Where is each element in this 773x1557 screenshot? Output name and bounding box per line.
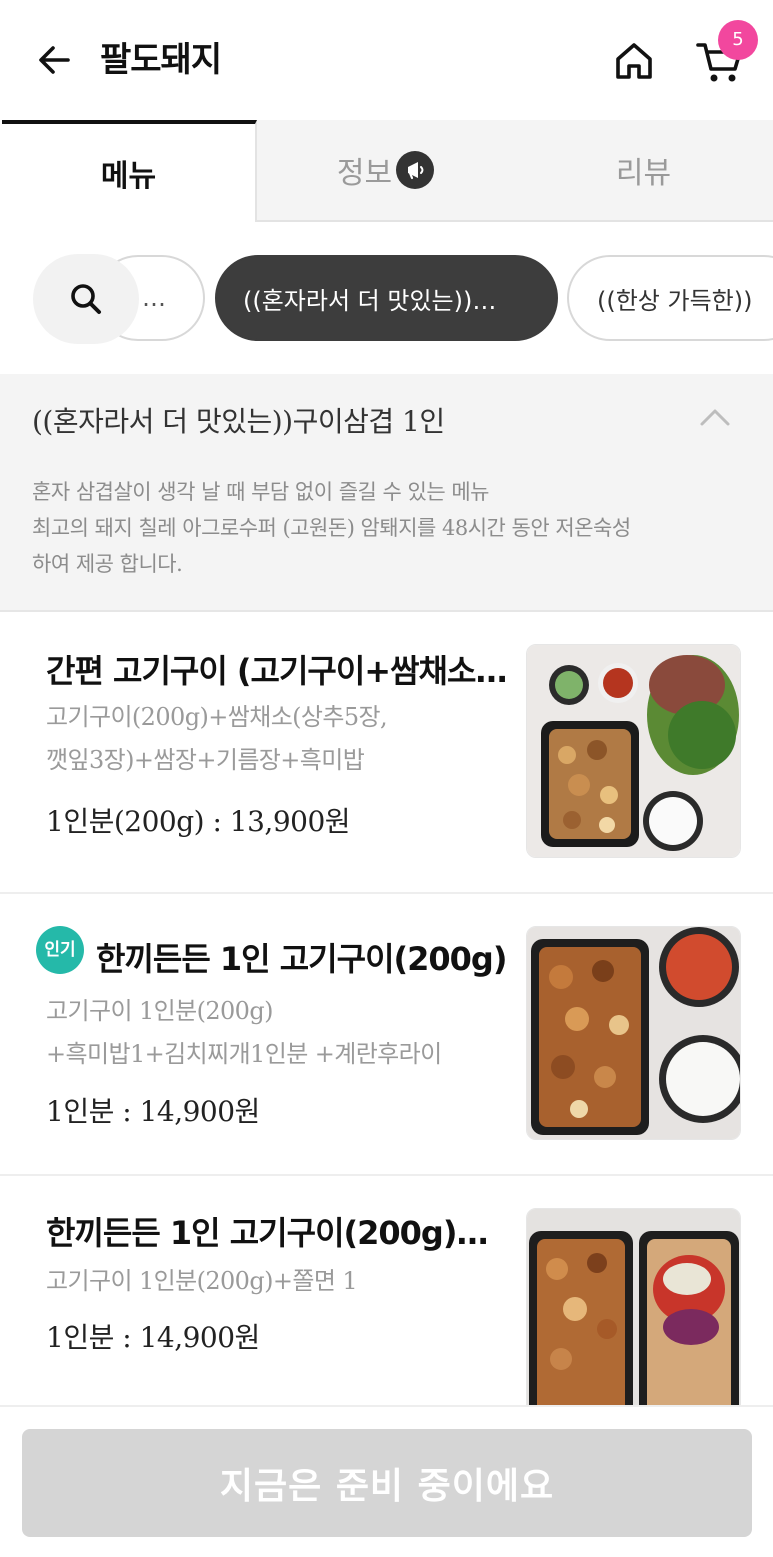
- home-icon: [616, 43, 652, 79]
- chip-label: ((한상 가득한)): [597, 286, 753, 315]
- menu-item-description: 고기구이 1인분(200g) +흑미밥1+김치찌개1인분 +계란후라이: [46, 990, 506, 1076]
- store-title: 팔도돼지: [100, 40, 222, 80]
- menu-section-header[interactable]: ((혼자라서 더 맛있는))구이삼겹 1인 혼자 삼겹살이 생각 날 때 부담 …: [0, 374, 773, 612]
- menu-item[interactable]: 간편 고기구이 (고기구이+쌈채소+쌈장+기름장+흑미밥) 고기구이(200g)…: [0, 612, 773, 894]
- category-chip-bar[interactable]: … ((혼자라서 더 맛있는))… ((한상 가득한)): [0, 240, 773, 360]
- tab-label: 메뉴: [100, 159, 157, 194]
- tab-label: 정보: [336, 156, 393, 191]
- store-tabs: 메뉴 정보 리뷰: [0, 120, 773, 222]
- menu-item-description-line: +흑미밥1+김치찌개1인분 +계란후라이: [46, 1040, 442, 1068]
- category-chip[interactable]: ((한상 가득한)): [567, 255, 773, 341]
- section-description: 혼자 삼겹살이 생각 날 때 부담 없이 즐길 수 있는 메뉴 최고의 돼지 칠…: [32, 474, 742, 582]
- menu-item-price: 1인분 : 14,900원: [46, 1095, 260, 1128]
- menu-item-name: 한끼든든 1인 고기구이(200g)+쫄면: [46, 1214, 496, 1252]
- cart-count-badge: 5: [718, 20, 758, 60]
- menu-item-photo: [526, 926, 741, 1140]
- back-button[interactable]: [30, 36, 78, 84]
- tab-info[interactable]: 정보: [257, 120, 514, 222]
- menu-item-photo: [526, 644, 741, 858]
- back-arrow-icon: [39, 46, 70, 74]
- menu-item-photo: [526, 1208, 741, 1422]
- category-chip-active[interactable]: ((혼자라서 더 맛있는))…: [215, 255, 558, 341]
- menu-item[interactable]: 한끼든든 1인 고기구이(200g)+쫄면 고기구이 1인분(200g)+쫄면 …: [0, 1176, 773, 1422]
- search-icon: [71, 284, 101, 314]
- tab-menu[interactable]: 메뉴: [2, 120, 257, 222]
- chip-label: ((혼자라서 더 맛있는))…: [243, 286, 497, 315]
- section-title: ((혼자라서 더 맛있는))구이삼겹 1인: [32, 405, 445, 438]
- app-header: 팔도돼지 5: [0, 0, 773, 120]
- tab-review[interactable]: 리뷰: [514, 120, 773, 222]
- menu-item-description-line: 고기구이 1인분(200g): [46, 997, 273, 1025]
- section-description-line: 최고의 돼지 칠레 아그로수퍼 (고원돈) 암퇘지를 48시간 동안 저온숙성: [32, 516, 631, 540]
- menu-search-button[interactable]: [33, 254, 139, 344]
- chip-label: …: [142, 284, 166, 312]
- menu-item-description-line: 고기구이(200g)+쌈채소(상추5장,: [46, 703, 388, 731]
- menu-item[interactable]: 한끼든든 1인 고기구이(200g) 고기구이 1인분(200g) +흑미밥1+…: [0, 894, 773, 1176]
- menu-item-description-line: 고기구이 1인분(200g)+쫄면 1: [46, 1267, 358, 1295]
- megaphone-icon: [396, 151, 435, 189]
- menu-item-description-line: 깻잎3장)+쌈장+기름장+흑미밥: [46, 746, 365, 774]
- menu-item-name: 간편 고기구이 (고기구이+쌈채소+쌈장+기름장+흑미밥): [46, 652, 510, 690]
- section-description-line: 하여 제공 합니다.: [32, 552, 183, 576]
- section-description-line: 혼자 삼겹살이 생각 날 때 부담 없이 즐길 수 있는 메뉴: [32, 480, 489, 504]
- order-button-disabled[interactable]: 지금은 준비 중이에요: [22, 1429, 752, 1537]
- chevron-up-icon[interactable]: [698, 404, 732, 430]
- menu-item-description: 고기구이(200g)+쌈채소(상추5장, 깻잎3장)+쌈장+기름장+흑미밥: [46, 696, 506, 782]
- menu-item-name: 한끼든든 1인 고기구이(200g): [96, 940, 507, 978]
- bottom-action-bar: 지금은 준비 중이에요: [0, 1405, 773, 1557]
- popular-badge: 인기: [36, 926, 84, 974]
- tab-label: 리뷰: [615, 156, 672, 191]
- menu-item-price: 1인분(200g) : 13,900원: [46, 805, 351, 838]
- menu-item-price: 1인분 : 14,900원: [46, 1321, 260, 1354]
- menu-item-description: 고기구이 1인분(200g)+쫄면 1: [46, 1260, 506, 1303]
- home-button[interactable]: [608, 36, 660, 86]
